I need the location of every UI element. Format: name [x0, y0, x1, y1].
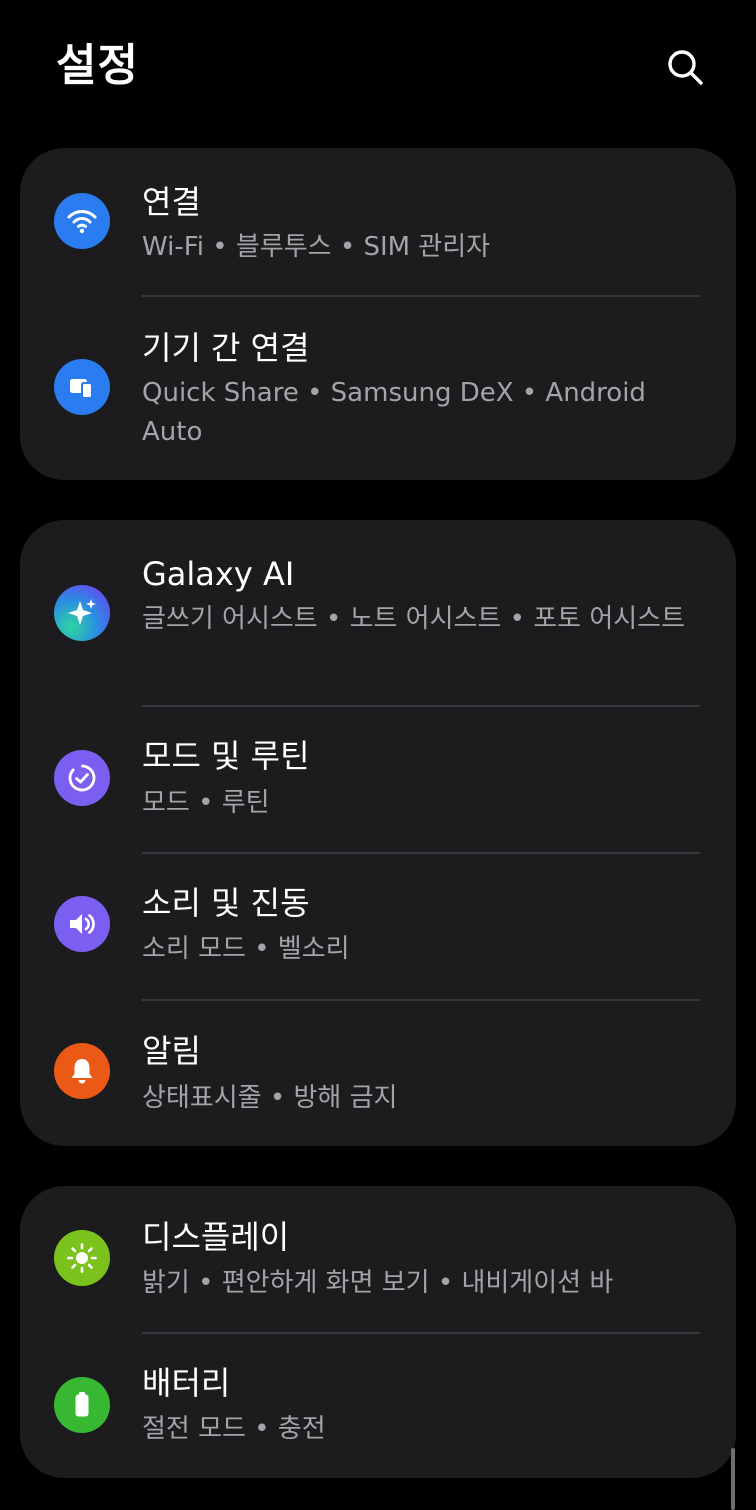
settings-item-galaxy-ai[interactable]: Galaxy AI 글쓰기 어시스트 • 노트 어시스트 • 포토 어시스트 [20, 520, 736, 705]
item-subtitle: 모드 • 루틴 [142, 788, 270, 818]
speaker-icon [54, 896, 110, 952]
settings-item-sound-vibration[interactable]: 소리 및 진동 소리 모드 • 벨소리 [20, 854, 736, 999]
item-title: 배터리 [142, 1364, 231, 1402]
page-title: 설정 [56, 40, 139, 91]
item-title: 기기 간 연결 [142, 329, 310, 367]
settings-item-modes-routines[interactable]: 모드 및 루틴 모드 • 루틴 [20, 707, 736, 852]
item-title: 디스플레이 [142, 1218, 290, 1256]
settings-item-notifications[interactable]: 알림 상태표시줄 • 방해 금지 [20, 1001, 736, 1146]
item-subtitle: 상태표시줄 • 방해 금지 [142, 1083, 398, 1113]
modes-routines-icon [54, 750, 110, 806]
settings-item-display[interactable]: 디스플레이 밝기 • 편안하게 화면 보기 • 내비게이션 바 [20, 1186, 736, 1332]
item-subtitle: Quick Share • Samsung DeX • Android Auto [142, 378, 646, 447]
item-title: 모드 및 루틴 [142, 737, 310, 775]
search-button[interactable] [660, 42, 710, 92]
search-icon [668, 50, 703, 85]
app-header: 설정 [0, 0, 756, 140]
item-subtitle: 소리 모드 • 벨소리 [142, 934, 350, 964]
item-title: 소리 및 진동 [142, 884, 310, 922]
settings-card-connections: 연결 Wi-Fi • 블루투스 • SIM 관리자 기기 간 연결 Quick … [20, 148, 736, 480]
settings-card-device: 디스플레이 밝기 • 편안하게 화면 보기 • 내비게이션 바 배터리 절전 모… [20, 1186, 736, 1478]
bell-icon [54, 1043, 110, 1099]
item-title: 연결 [142, 183, 201, 221]
sparkle-icon [54, 585, 110, 641]
item-subtitle: Wi-Fi • 블루투스 • SIM 관리자 [142, 232, 491, 262]
item-title: Galaxy AI [142, 555, 295, 593]
settings-item-battery[interactable]: 배터리 절전 모드 • 충전 [20, 1334, 736, 1478]
sun-icon [54, 1230, 110, 1286]
wifi-icon [54, 193, 110, 249]
item-subtitle: 글쓰기 어시스트 • 노트 어시스트 • 포토 어시스트 [142, 604, 686, 634]
connected-devices-icon [54, 359, 110, 415]
settings-item-connected-devices[interactable]: 기기 간 연결 Quick Share • Samsung DeX • Andr… [20, 297, 736, 480]
settings-item-connections[interactable]: 연결 Wi-Fi • 블루투스 • SIM 관리자 [20, 148, 736, 296]
item-title: 알림 [142, 1032, 201, 1070]
item-subtitle: 절전 모드 • 충전 [142, 1414, 326, 1444]
battery-icon [54, 1377, 110, 1433]
item-subtitle: 밝기 • 편안하게 화면 보기 • 내비게이션 바 [142, 1268, 614, 1298]
scrollbar[interactable] [731, 1448, 735, 1510]
settings-card-general: Galaxy AI 글쓰기 어시스트 • 노트 어시스트 • 포토 어시스트 모… [20, 520, 736, 1146]
